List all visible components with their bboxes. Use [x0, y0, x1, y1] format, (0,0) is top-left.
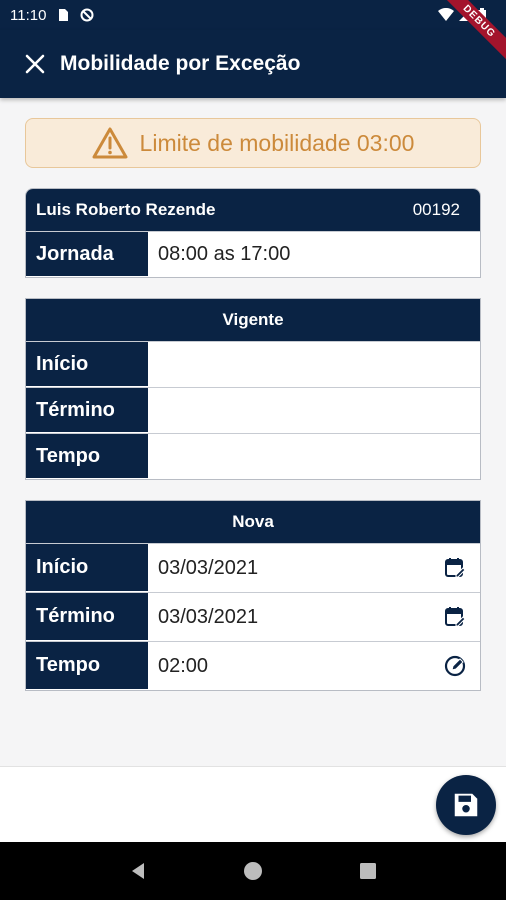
- row-label: Tempo: [26, 642, 148, 690]
- jornada-value: 08:00 as 17:00: [158, 243, 291, 265]
- row-label: Término: [26, 388, 148, 433]
- nova-inicio-value: 03/03/2021: [158, 556, 259, 579]
- row-label: Início: [26, 544, 148, 592]
- vigente-termino-row: Término: [26, 387, 480, 433]
- alert-text: Limite de mobilidade 03:00: [139, 129, 415, 156]
- debug-ribbon: DEBUG: [436, 0, 506, 70]
- nova-tempo-field[interactable]: 02:00: [148, 642, 480, 690]
- system-nav-bar: [0, 842, 506, 900]
- app-bar: Mobilidade por Exceção: [0, 30, 506, 98]
- employee-header: Luis Roberto Rezende 00192: [26, 189, 480, 231]
- back-button[interactable]: [123, 856, 153, 886]
- vigente-tempo-value: [148, 434, 480, 479]
- jornada-row: Jornada 08:00 as 17:00: [26, 231, 480, 277]
- vigente-inicio-row: Início: [26, 341, 480, 387]
- clock-edit-icon[interactable]: [442, 653, 468, 679]
- employee-code: 00192: [412, 200, 460, 219]
- close-button[interactable]: [22, 51, 48, 77]
- bottom-bar: [0, 766, 506, 842]
- nova-card: Nova Início 03/03/2021 Término 03/03/202…: [25, 500, 481, 691]
- row-label: Jornada: [26, 232, 148, 277]
- page-title: Mobilidade por Exceção: [60, 52, 301, 75]
- recents-square-icon: [360, 863, 377, 879]
- recents-button[interactable]: [353, 856, 383, 886]
- mobility-limit-alert: Limite de mobilidade 03:00: [25, 118, 481, 168]
- save-icon: [454, 793, 478, 817]
- vigente-inicio-value: [148, 342, 480, 387]
- row-label: Tempo: [26, 434, 148, 479]
- close-icon: [25, 54, 45, 74]
- save-button[interactable]: [436, 775, 496, 835]
- nova-tempo-row[interactable]: Tempo 02:00: [26, 641, 480, 690]
- vigente-header: Vigente: [26, 299, 480, 341]
- debug-label: DEBUG: [436, 0, 506, 66]
- main-content: Limite de mobilidade 03:00 Luis Roberto …: [0, 98, 506, 766]
- vigente-card: Vigente Início Término Tempo: [25, 298, 481, 480]
- calendar-edit-icon[interactable]: [442, 555, 468, 581]
- sd-card-icon: [56, 8, 70, 22]
- calendar-edit-icon[interactable]: [442, 604, 468, 630]
- warning-icon: [92, 127, 128, 159]
- row-value: 08:00 as 17:00: [148, 232, 480, 277]
- employee-card: Luis Roberto Rezende 00192 Jornada 08:00…: [25, 188, 481, 278]
- nova-termino-field[interactable]: 03/03/2021: [148, 593, 480, 641]
- home-circle-icon: [243, 862, 262, 880]
- vigente-tempo-row: Tempo: [26, 433, 480, 479]
- back-triangle-icon: [131, 863, 144, 879]
- employee-name: Luis Roberto Rezende: [36, 200, 216, 219]
- nova-termino-row[interactable]: Término 03/03/2021: [26, 592, 480, 641]
- vigente-termino-value: [148, 388, 480, 433]
- row-label: Término: [26, 593, 148, 641]
- nova-termino-value: 03/03/2021: [158, 605, 259, 628]
- nova-tempo-value: 02:00: [158, 654, 209, 677]
- nova-header: Nova: [26, 501, 480, 543]
- status-bar: 11:10: [0, 0, 506, 30]
- nova-inicio-row[interactable]: Início 03/03/2021: [26, 543, 480, 592]
- nova-inicio-field[interactable]: 03/03/2021: [148, 544, 480, 592]
- home-button[interactable]: [238, 856, 268, 886]
- status-time: 11:10: [10, 6, 47, 24]
- row-label: Início: [26, 342, 148, 387]
- no-sync-icon: [80, 8, 94, 22]
